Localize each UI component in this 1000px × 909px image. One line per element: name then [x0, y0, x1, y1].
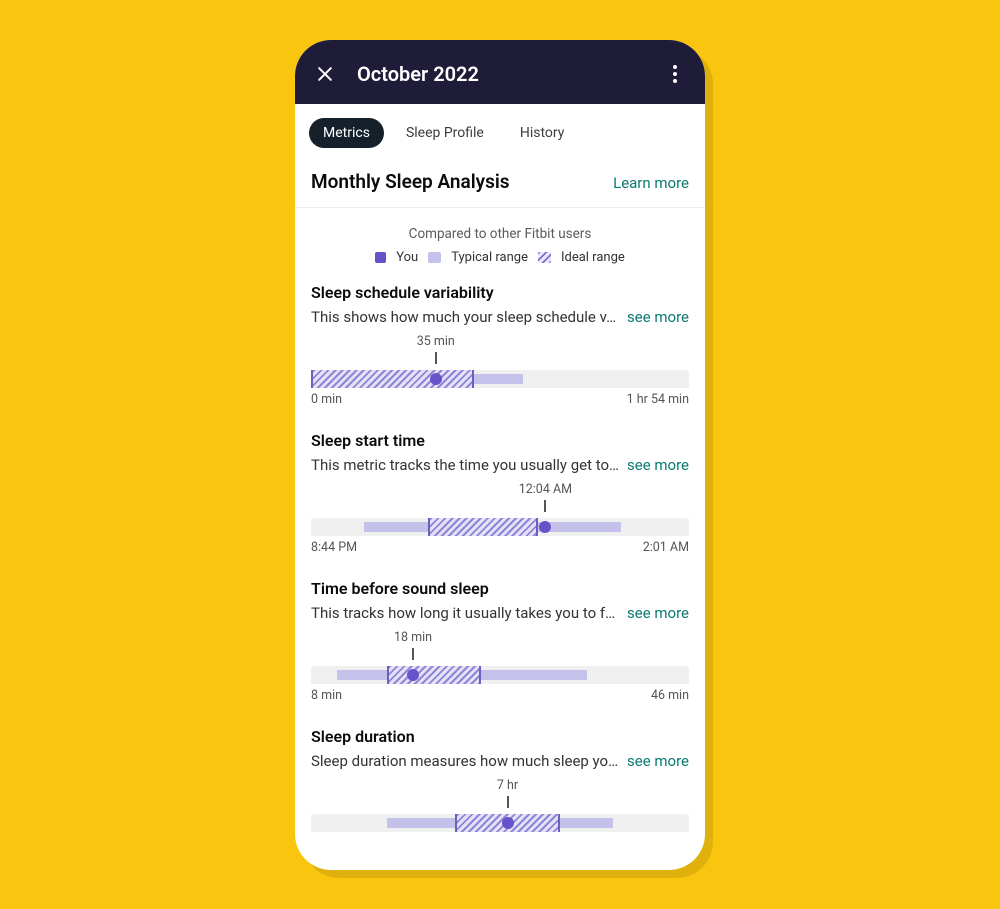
axis-labels: 8 min 46 min [311, 688, 689, 703]
you-value-label: 12:04 AM [519, 482, 572, 497]
metric-row: Sleep duration Sleep duration measures ho… [295, 717, 705, 842]
you-tick-icon [412, 648, 414, 660]
axis-max: 46 min [651, 688, 689, 703]
axis-max: 2:01 AM [643, 540, 689, 555]
metric-title: Time before sound sleep [311, 579, 689, 598]
swatch-you-icon [375, 252, 386, 263]
metric-title: Sleep schedule variability [311, 283, 689, 302]
ideal-range-bar [387, 666, 482, 684]
metric-desc-row: This shows how much your sleep schedule … [311, 308, 689, 326]
you-value-label: 18 min [394, 630, 432, 645]
close-icon[interactable] [315, 64, 335, 84]
metric-row: Time before sound sleep This tracks how l… [295, 569, 705, 717]
tab-sleep-profile[interactable]: Sleep Profile [392, 118, 498, 148]
tab-bar: Metrics Sleep Profile History [295, 104, 705, 158]
metric-desc-row: This metric tracks the time you usually … [311, 456, 689, 474]
you-tick-icon [507, 796, 509, 808]
ideal-range-bar [311, 370, 474, 388]
you-marker-icon [502, 817, 514, 829]
metrics-list: Sleep schedule variability This shows how… [295, 273, 705, 842]
axis-min: 8:44 PM [311, 540, 357, 555]
you-marker-icon [407, 669, 419, 681]
metric-row: Sleep start time This metric tracks the t… [295, 421, 705, 569]
axis-max: 1 hr 54 min [627, 392, 689, 407]
section-header: Monthly Sleep Analysis Learn more [295, 158, 705, 208]
metric-desc-row: This tracks how long it usually takes yo… [311, 604, 689, 622]
metric-desc: Sleep duration measures how much sleep y… [311, 752, 623, 770]
see-more-link[interactable]: see more [627, 752, 689, 770]
metric-desc: This metric tracks the time you usually … [311, 456, 623, 474]
metric-title: Sleep duration [311, 727, 689, 746]
see-more-link[interactable]: see more [627, 308, 689, 326]
metric-desc-row: Sleep duration measures how much sleep y… [311, 752, 689, 770]
legend-ideal: Ideal range [561, 250, 625, 265]
you-tick-icon [435, 352, 437, 364]
you-marker-icon [430, 373, 442, 385]
legend-compare-text: Compared to other Fitbit users [311, 226, 689, 242]
metric-row: Sleep schedule variability This shows how… [295, 273, 705, 421]
legend-you: You [396, 250, 418, 265]
tab-metrics[interactable]: Metrics [309, 118, 384, 148]
app-header: October 2022 [295, 40, 705, 104]
phone-frame: October 2022 Metrics Sleep Profile Histo… [295, 40, 705, 870]
metric-desc: This shows how much your sleep schedule … [311, 308, 623, 326]
range-track [311, 666, 689, 684]
metric-chart: 18 min 8 min 46 min [311, 630, 689, 703]
metric-title: Sleep start time [311, 431, 689, 450]
axis-min: 8 min [311, 688, 342, 703]
range-track [311, 370, 689, 388]
range-track [311, 814, 689, 832]
legend: Compared to other Fitbit users You Typic… [295, 208, 705, 273]
section-title: Monthly Sleep Analysis [311, 170, 510, 193]
more-options-icon[interactable] [665, 64, 685, 84]
ideal-range-bar [428, 518, 538, 536]
see-more-link[interactable]: see more [627, 604, 689, 622]
axis-labels: 8:44 PM 2:01 AM [311, 540, 689, 555]
you-marker-icon [539, 521, 551, 533]
you-tick-icon [544, 500, 546, 512]
tab-history[interactable]: History [506, 118, 579, 148]
see-more-link[interactable]: see more [627, 456, 689, 474]
metric-chart: 7 hr [311, 778, 689, 832]
page-title: October 2022 [357, 62, 665, 86]
you-value-label: 35 min [417, 334, 455, 349]
you-value-label: 7 hr [497, 778, 518, 793]
metric-desc: This tracks how long it usually takes yo… [311, 604, 623, 622]
legend-typical: Typical range [451, 250, 528, 265]
metric-chart: 12:04 AM 8:44 PM 2:01 AM [311, 482, 689, 555]
range-track [311, 518, 689, 536]
axis-labels: 0 min 1 hr 54 min [311, 392, 689, 407]
axis-min: 0 min [311, 392, 342, 407]
swatch-ideal-icon [538, 252, 551, 263]
swatch-typical-icon [428, 252, 441, 263]
metric-chart: 35 min 0 min 1 hr 54 min [311, 334, 689, 407]
learn-more-link[interactable]: Learn more [613, 174, 689, 192]
